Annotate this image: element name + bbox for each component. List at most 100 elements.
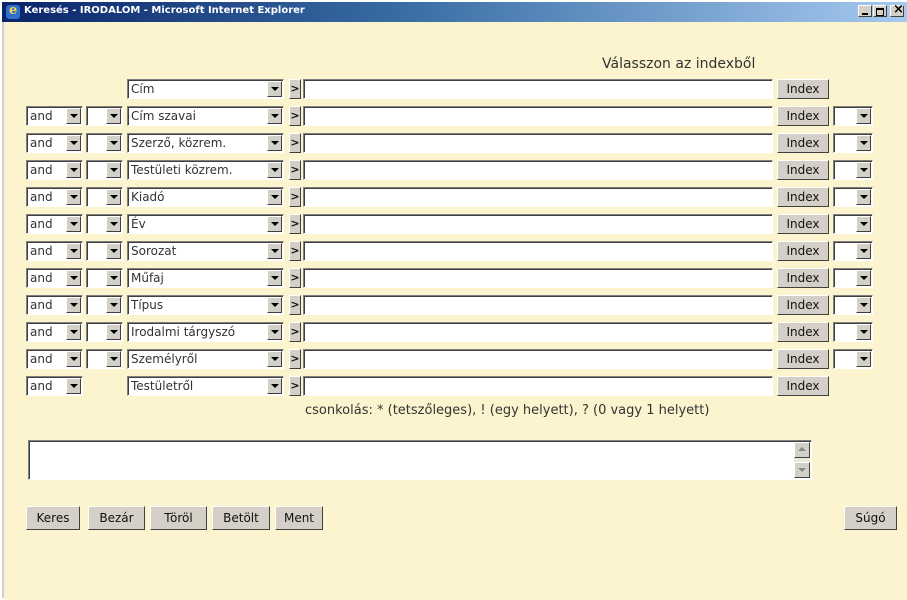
- arrow-button[interactable]: >: [289, 268, 301, 288]
- chevron-down-icon[interactable]: [106, 189, 121, 205]
- operator-select[interactable]: and: [26, 106, 83, 126]
- chevron-down-icon[interactable]: [66, 243, 81, 259]
- chevron-down-icon[interactable]: [267, 297, 282, 313]
- chevron-down-icon[interactable]: [267, 351, 282, 367]
- bezar-button[interactable]: Bezár: [88, 506, 145, 530]
- paren-select[interactable]: [86, 214, 123, 234]
- torol-button[interactable]: Töröl: [150, 506, 207, 530]
- chevron-down-icon[interactable]: [856, 324, 871, 340]
- paren-select[interactable]: [86, 106, 123, 126]
- arrow-button[interactable]: >: [289, 376, 301, 396]
- chevron-down-icon[interactable]: [267, 270, 282, 286]
- search-value-input[interactable]: [303, 376, 773, 396]
- operator-select[interactable]: and: [26, 214, 83, 234]
- search-value-input[interactable]: [303, 160, 773, 180]
- paren-select[interactable]: [86, 322, 123, 342]
- query-textarea[interactable]: [28, 440, 812, 480]
- search-value-input[interactable]: [303, 295, 773, 315]
- maximize-icon[interactable]: [873, 5, 887, 17]
- paren-select[interactable]: [86, 187, 123, 207]
- chevron-down-icon[interactable]: [106, 243, 121, 259]
- chevron-down-icon[interactable]: [66, 162, 81, 178]
- operator-select[interactable]: and: [26, 160, 83, 180]
- closing-paren-select[interactable]: [833, 268, 873, 288]
- chevron-down-icon[interactable]: [106, 162, 121, 178]
- search-value-input[interactable]: [303, 214, 773, 234]
- field-select[interactable]: Irodalmi tárgyszó: [127, 322, 284, 342]
- field-select[interactable]: Személyről: [127, 349, 284, 369]
- chevron-down-icon[interactable]: [267, 135, 282, 151]
- operator-select[interactable]: and: [26, 376, 83, 396]
- index-button[interactable]: Index: [777, 295, 829, 315]
- paren-select[interactable]: [86, 268, 123, 288]
- chevron-down-icon[interactable]: [267, 216, 282, 232]
- field-select[interactable]: Testületről: [127, 376, 284, 396]
- paren-select[interactable]: [86, 295, 123, 315]
- chevron-down-icon[interactable]: [66, 189, 81, 205]
- arrow-button[interactable]: >: [289, 106, 301, 126]
- paren-select[interactable]: [86, 241, 123, 261]
- field-select[interactable]: Sorozat: [127, 241, 284, 261]
- query-scrollbar[interactable]: [794, 442, 810, 478]
- scroll-down-icon[interactable]: [794, 462, 810, 478]
- keres-button[interactable]: Keres: [26, 506, 80, 530]
- chevron-down-icon[interactable]: [856, 108, 871, 124]
- chevron-down-icon[interactable]: [267, 108, 282, 124]
- minimize-icon[interactable]: [858, 5, 872, 17]
- chevron-down-icon[interactable]: [66, 216, 81, 232]
- arrow-button[interactable]: >: [289, 241, 301, 261]
- closing-paren-select[interactable]: [833, 214, 873, 234]
- search-value-input[interactable]: [303, 268, 773, 288]
- operator-select[interactable]: and: [26, 322, 83, 342]
- chevron-down-icon[interactable]: [267, 162, 282, 178]
- chevron-down-icon[interactable]: [66, 324, 81, 340]
- chevron-down-icon[interactable]: [856, 297, 871, 313]
- chevron-down-icon[interactable]: [66, 108, 81, 124]
- chevron-down-icon[interactable]: [106, 216, 121, 232]
- betolt-button[interactable]: Betölt: [212, 506, 270, 530]
- chevron-down-icon[interactable]: [106, 351, 121, 367]
- sugo-button[interactable]: Súgó: [844, 506, 897, 530]
- operator-select[interactable]: and: [26, 241, 83, 261]
- chevron-down-icon[interactable]: [267, 81, 282, 97]
- chevron-down-icon[interactable]: [856, 189, 871, 205]
- chevron-down-icon[interactable]: [106, 324, 121, 340]
- field-select[interactable]: Kiadó: [127, 187, 284, 207]
- closing-paren-select[interactable]: [833, 133, 873, 153]
- scroll-up-icon[interactable]: [794, 442, 810, 458]
- chevron-down-icon[interactable]: [856, 135, 871, 151]
- field-select[interactable]: Szerző, közrem.: [127, 133, 284, 153]
- chevron-down-icon[interactable]: [856, 162, 871, 178]
- index-button[interactable]: Index: [777, 106, 829, 126]
- chevron-down-icon[interactable]: [106, 108, 121, 124]
- chevron-down-icon[interactable]: [106, 270, 121, 286]
- operator-select[interactable]: and: [26, 295, 83, 315]
- index-button[interactable]: Index: [777, 349, 829, 369]
- paren-select[interactable]: [86, 160, 123, 180]
- arrow-button[interactable]: >: [289, 187, 301, 207]
- operator-select[interactable]: and: [26, 187, 83, 207]
- chevron-down-icon[interactable]: [66, 351, 81, 367]
- search-value-input[interactable]: [303, 133, 773, 153]
- search-value-input[interactable]: [303, 322, 773, 342]
- chevron-down-icon[interactable]: [856, 351, 871, 367]
- operator-select[interactable]: and: [26, 349, 83, 369]
- chevron-down-icon[interactable]: [66, 297, 81, 313]
- arrow-button[interactable]: >: [289, 160, 301, 180]
- search-value-input[interactable]: [303, 241, 773, 261]
- chevron-down-icon[interactable]: [267, 189, 282, 205]
- search-value-input[interactable]: [303, 187, 773, 207]
- index-button[interactable]: Index: [777, 268, 829, 288]
- paren-select[interactable]: [86, 349, 123, 369]
- chevron-down-icon[interactable]: [856, 216, 871, 232]
- arrow-button[interactable]: >: [289, 79, 301, 99]
- closing-paren-select[interactable]: [833, 295, 873, 315]
- operator-select[interactable]: and: [26, 133, 83, 153]
- field-select[interactable]: Műfaj: [127, 268, 284, 288]
- close-icon[interactable]: [890, 2, 904, 17]
- index-button[interactable]: Index: [777, 241, 829, 261]
- closing-paren-select[interactable]: [833, 187, 873, 207]
- index-button[interactable]: Index: [777, 214, 829, 234]
- closing-paren-select[interactable]: [833, 349, 873, 369]
- closing-paren-select[interactable]: [833, 160, 873, 180]
